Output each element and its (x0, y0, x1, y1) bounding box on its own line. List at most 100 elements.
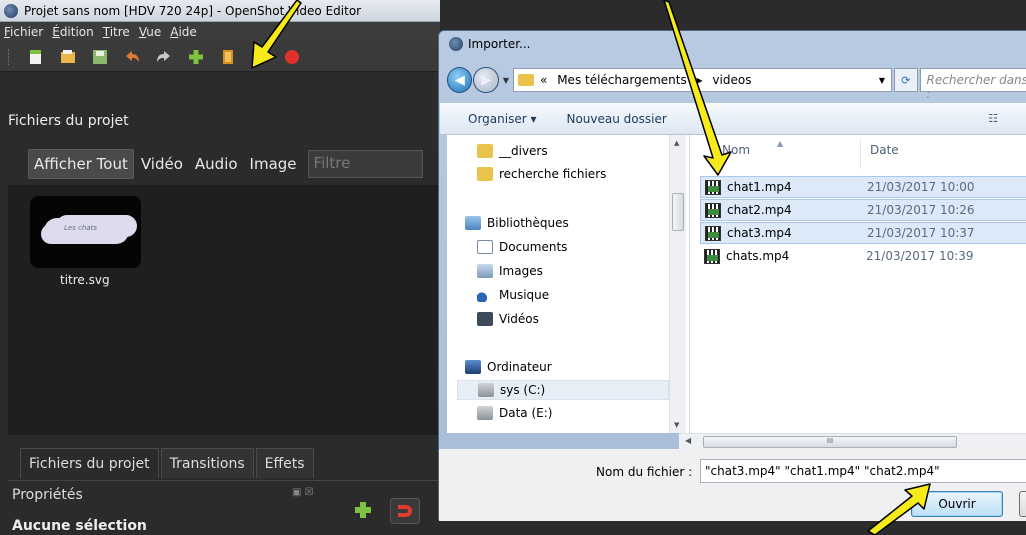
window-title: Projet sans nom [HDV 720 24p] - OpenShot… (24, 3, 362, 18)
redo-icon[interactable] (155, 48, 173, 66)
dialog-titlebar: Importer... (449, 37, 530, 51)
file-row[interactable]: chat1.mp4 21/03/2017 10:00 (700, 176, 1026, 198)
filter-tab-all[interactable]: Afficher Tout (28, 149, 134, 179)
save-project-icon[interactable] (91, 48, 109, 66)
video-file-icon (705, 202, 721, 218)
back-button[interactable]: ◀ (447, 67, 473, 93)
profile-icon[interactable] (219, 48, 237, 66)
nav-item-computer[interactable]: Ordinateur (465, 357, 552, 377)
nav-label: sys (C:) (500, 383, 546, 397)
nav-item-images[interactable]: Images (477, 261, 543, 281)
project-files-list[interactable]: Les chats titre.svg (8, 185, 440, 435)
nav-label: Vidéos (499, 312, 539, 326)
hscroll-thumb[interactable]: III (703, 436, 957, 448)
column-separator[interactable] (860, 139, 861, 169)
breadcrumb-videos[interactable]: videos (712, 73, 751, 87)
nav-item-documents[interactable]: Documents (477, 237, 567, 257)
library-icon (465, 216, 481, 230)
open-button[interactable]: Ouvrir (911, 491, 1003, 517)
refresh-icon[interactable]: ⟳ (894, 68, 918, 92)
nav-item-divers[interactable]: __divers (477, 141, 548, 161)
column-date[interactable]: Date (870, 143, 899, 157)
folder-icon (477, 144, 493, 158)
tab-project-files[interactable]: Fichiers du projet (20, 448, 159, 478)
images-icon (477, 264, 493, 278)
video-file-icon (705, 179, 721, 195)
record-icon[interactable] (283, 48, 301, 66)
filter-tab-image[interactable]: Image (245, 150, 302, 178)
videos-icon (477, 312, 493, 326)
menu-bar: Fichier Édition Titre Vue Aide (0, 22, 440, 42)
properties-title: Propriétés (12, 487, 83, 503)
filter-tab-video[interactable]: Vidéo (136, 150, 188, 178)
file-date: 21/03/2017 10:39 (866, 249, 974, 263)
openshot-logo-icon (4, 3, 18, 18)
new-folder-button[interactable]: Nouveau dossier (566, 112, 666, 126)
undo-icon[interactable] (123, 48, 141, 66)
tab-transitions[interactable]: Transitions (160, 448, 254, 478)
fullscreen-icon[interactable] (251, 48, 269, 66)
filename-row: Nom du fichier : "chat3.mp4" "chat1.mp4"… (439, 449, 1026, 521)
filter-tab-audio[interactable]: Audio (190, 150, 243, 178)
filename-input[interactable]: "chat3.mp4" "chat1.mp4" "chat2.mp4" (700, 459, 1026, 483)
menu-fichier[interactable]: Fichier (4, 25, 43, 39)
nav-item-videos[interactable]: Vidéos (477, 309, 539, 329)
breadcrumb-separator[interactable]: ▸ (697, 73, 703, 87)
import-dialog: Importer... ◀ ▶ ▼ « Mes téléchargements … (438, 30, 1026, 521)
open-project-icon[interactable] (59, 48, 77, 66)
import-files-icon[interactable] (187, 48, 205, 66)
scroll-down-icon[interactable]: ▼ (674, 421, 679, 429)
file-date: 21/03/2017 10:37 (867, 226, 975, 240)
folder-icon (518, 74, 535, 86)
tab-effects[interactable]: Effets (255, 448, 314, 478)
nav-item-libraries[interactable]: Bibliothèques (465, 213, 569, 233)
nav-item-data-e[interactable]: Data (E:) (477, 403, 552, 423)
new-project-icon[interactable] (27, 48, 45, 66)
nav-item-sys-c[interactable]: sys (C:) (457, 380, 669, 400)
filter-input[interactable]: Filtre (307, 150, 423, 178)
search-input[interactable]: Rechercher dans : (919, 68, 1026, 101)
navigation-row: ◀ ▶ ▼ « Mes téléchargements ▸ videos ▼ ⟳… (447, 65, 1026, 101)
address-dropdown-icon[interactable]: ▼ (879, 76, 885, 85)
history-dropdown-icon[interactable]: ▼ (503, 76, 509, 85)
nav-scrollbar[interactable]: ▲ ▼ (669, 135, 686, 433)
file-row[interactable]: chats.mp4 21/03/2017 10:39 (700, 245, 1026, 267)
dock-buttons-icon[interactable]: ▣ ☒ (292, 487, 314, 498)
openshot-titlebar: Projet sans nom [HDV 720 24p] - OpenShot… (0, 0, 440, 22)
scroll-up-icon[interactable]: ▲ (674, 139, 679, 147)
file-thumbnail[interactable]: Les chats (30, 196, 141, 268)
organize-button[interactable]: Organiser ▾ (468, 112, 536, 126)
scrollbar-thumb[interactable] (672, 193, 684, 231)
main-toolbar (0, 42, 440, 72)
add-plus-icon[interactable] (355, 502, 371, 518)
music-icon (477, 288, 493, 302)
menu-edition[interactable]: Édition (52, 25, 94, 39)
nav-label: Musique (499, 288, 550, 302)
breadcrumb-downloads[interactable]: Mes téléchargements (557, 73, 687, 87)
horizontal-scrollbar[interactable]: ◀ III (679, 433, 1026, 449)
nav-label: Documents (499, 240, 568, 254)
menu-titre[interactable]: Titre (103, 25, 130, 39)
menu-vue[interactable]: Vue (139, 25, 161, 39)
nav-label: Images (499, 264, 543, 278)
file-row[interactable]: chat3.mp4 21/03/2017 10:37 (700, 222, 1026, 244)
view-options-icon[interactable]: ☷ (988, 112, 998, 125)
address-bar[interactable]: « Mes téléchargements ▸ videos ▼ (513, 68, 893, 92)
file-name: chat1.mp4 (727, 180, 792, 194)
forward-button[interactable]: ▶ (473, 67, 499, 93)
cancel-button[interactable] (1019, 491, 1026, 517)
command-bar: Organiser ▾ Nouveau dossier ☷ (440, 103, 1026, 135)
column-name[interactable]: Nom (722, 143, 750, 157)
nav-label: Data (E:) (499, 406, 553, 420)
breadcrumb-overflow[interactable]: « (540, 73, 547, 87)
scroll-left-icon[interactable]: ◀ (685, 436, 691, 445)
toolbar-grip[interactable] (8, 48, 11, 65)
nav-item-recherche[interactable]: recherche fichiers (477, 164, 606, 184)
file-row[interactable]: chat2.mp4 21/03/2017 10:26 (700, 199, 1026, 221)
snap-magnet-button[interactable] (390, 498, 420, 524)
video-file-icon (704, 248, 720, 264)
nav-item-music[interactable]: Musique (477, 285, 549, 305)
menu-aide[interactable]: Aide (170, 25, 197, 39)
file-list: ▲ Nom Date chat1.mp4 21/03/2017 10:00 cha… (690, 135, 1026, 433)
filename-label: Nom du fichier : (596, 465, 693, 479)
